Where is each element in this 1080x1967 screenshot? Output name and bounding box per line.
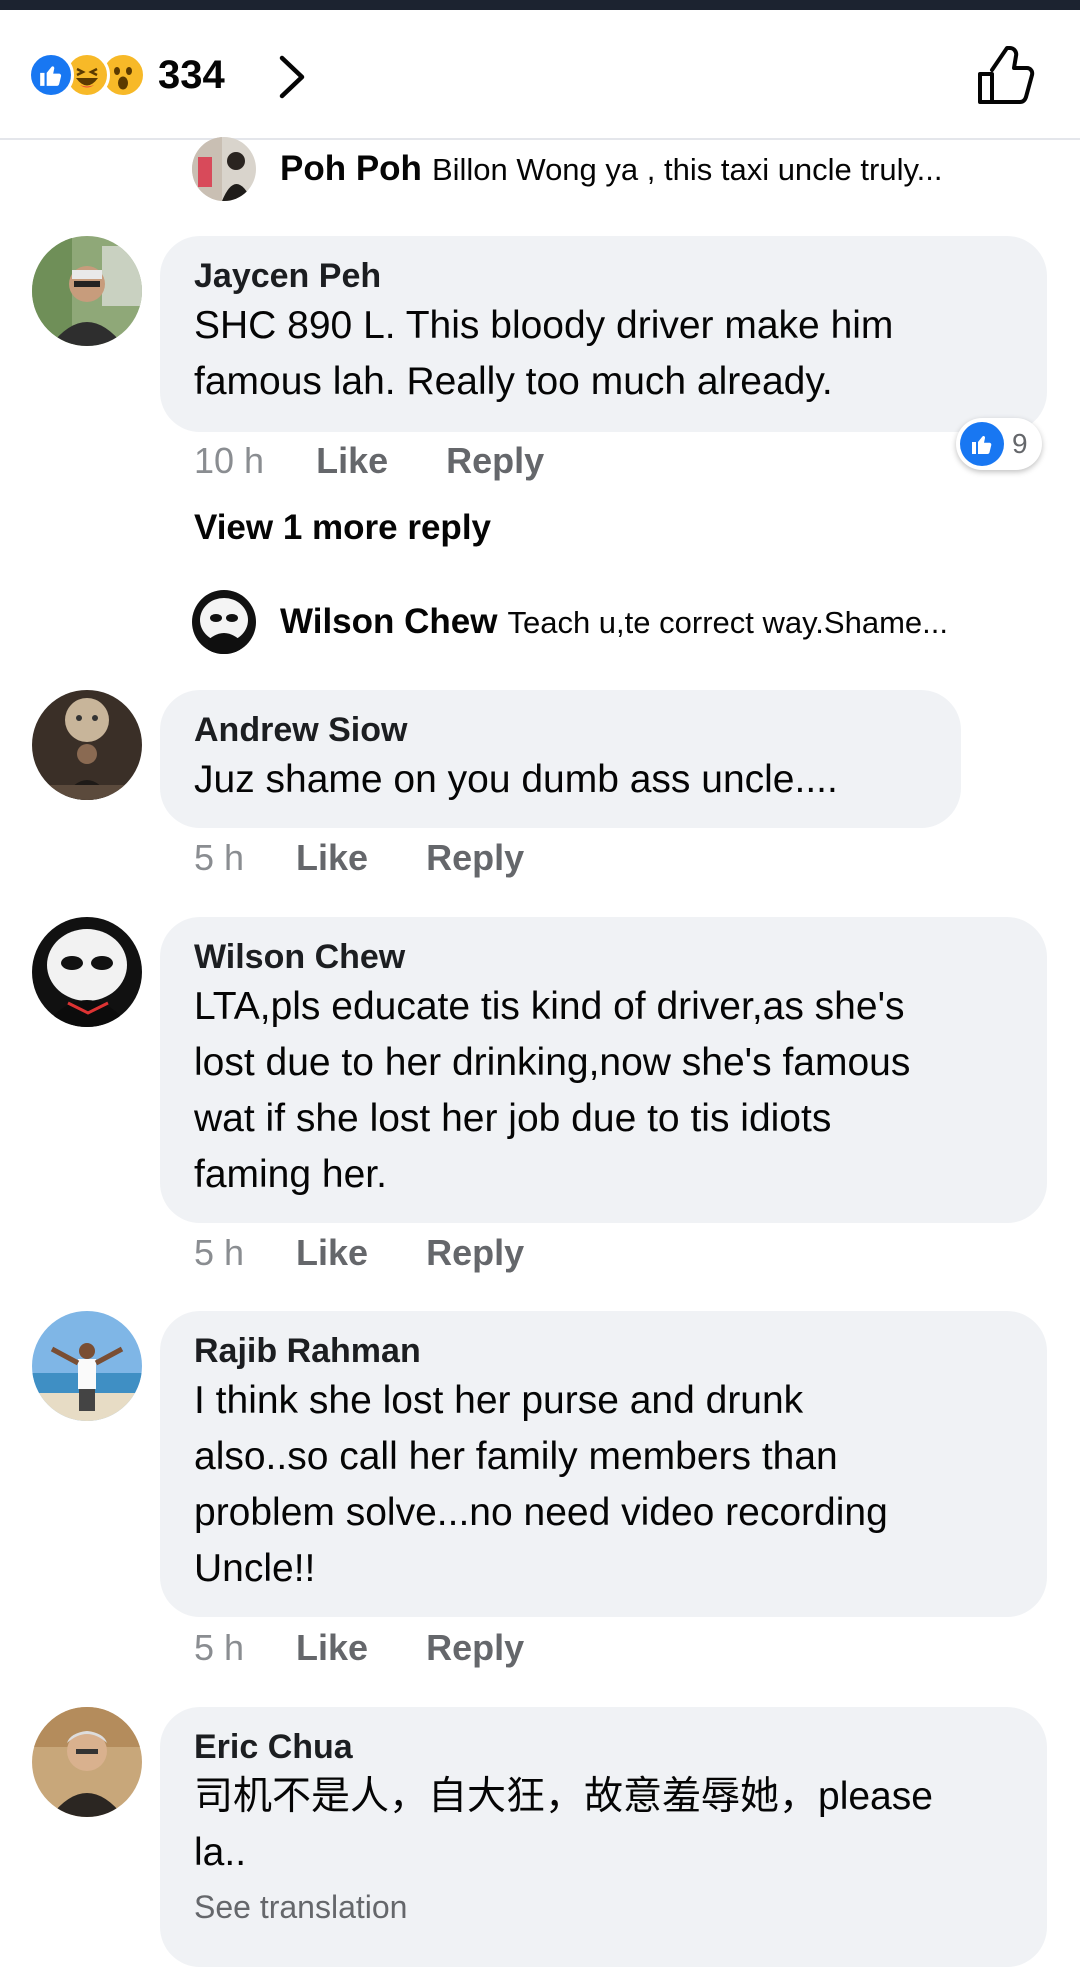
reply-action[interactable]: Reply	[426, 1627, 524, 1669]
like-reaction-icon	[960, 422, 1004, 466]
comment-text: 司机不是人，自大狂，故意羞辱她，please la..	[194, 1775, 933, 1874]
comment-bubble: Jaycen Peh SHC 890 L. This bloody driver…	[160, 236, 1047, 432]
like-action[interactable]: Like	[296, 837, 368, 879]
comment-text: Juz shame on you dumb ass uncle....	[194, 758, 838, 801]
comment-reaction-badge[interactable]: 9	[956, 418, 1042, 470]
reaction-count: 334	[158, 52, 225, 97]
comment-actions: 5 h Like Reply	[194, 833, 582, 883]
comment-author[interactable]: Wilson Chew	[194, 935, 1013, 979]
reply-author[interactable]: Poh Poh	[280, 149, 422, 188]
comment-timestamp[interactable]: 5 h	[194, 1627, 244, 1669]
reply-action[interactable]: Reply	[426, 837, 524, 879]
avatar[interactable]	[32, 236, 142, 346]
comment-bubble: Andrew Siow Juz shame on you dumb ass un…	[160, 690, 961, 828]
view-more-replies[interactable]: View 1 more reply	[194, 508, 491, 548]
avatar[interactable]	[32, 690, 142, 800]
reactions-header: 334	[0, 10, 1080, 140]
comment-text: LTA,pls educate tis kind of driver,as sh…	[194, 985, 911, 1196]
reply-snippet: Teach u,te correct way.Shame...	[507, 605, 948, 640]
reaction-summary[interactable]: 334	[28, 50, 225, 100]
avatar[interactable]	[192, 590, 256, 654]
comment-actions: 10 h Like Reply	[194, 436, 602, 486]
reply-preview[interactable]: Wilson Chew Teach u,te correct way.Shame.…	[192, 589, 1052, 655]
comment-bubble: Eric Chua 司机不是人，自大狂，故意羞辱她，please la.. Se…	[160, 1707, 1047, 1967]
comment-timestamp[interactable]: 5 h	[194, 837, 244, 879]
comment-author[interactable]: Rajib Rahman	[194, 1329, 1013, 1373]
reply-snippet: Billon Wong ya , this taxi uncle truly..…	[431, 152, 943, 187]
avatar[interactable]	[32, 1311, 142, 1421]
comment-author[interactable]: Eric Chua	[194, 1725, 1013, 1769]
like-button-icon[interactable]	[976, 46, 1036, 106]
comment-bubble: Wilson Chew LTA,pls educate tis kind of …	[160, 917, 1047, 1223]
like-action[interactable]: Like	[296, 1627, 368, 1669]
avatar[interactable]	[32, 917, 142, 1027]
reply-author[interactable]: Wilson Chew	[280, 602, 497, 641]
comment-timestamp[interactable]: 5 h	[194, 1232, 244, 1274]
reply-action[interactable]: Reply	[426, 1232, 524, 1274]
comment-actions: 5 h Like Reply	[194, 1623, 582, 1673]
avatar[interactable]	[192, 137, 256, 201]
reply-action[interactable]: Reply	[446, 440, 544, 482]
comment-bubble: Rajib Rahman I think she lost her purse …	[160, 1311, 1047, 1617]
comment-author[interactable]: Jaycen Peh	[194, 254, 1013, 298]
status-bar-edge	[0, 0, 1080, 10]
like-reaction-icon	[28, 52, 74, 98]
reaction-count: 9	[1012, 428, 1028, 459]
like-action[interactable]: Like	[316, 440, 388, 482]
reply-preview[interactable]: Poh Poh Billon Wong ya , this taxi uncle …	[192, 136, 1052, 202]
avatar[interactable]	[32, 1707, 142, 1817]
comment-text: I think she lost her purse and drunk als…	[194, 1379, 888, 1590]
see-translation-link[interactable]: See translation	[194, 1889, 1013, 1926]
comment-text: SHC 890 L. This bloody driver make him f…	[194, 304, 894, 403]
like-action[interactable]: Like	[296, 1232, 368, 1274]
chevron-right-icon[interactable]	[272, 52, 312, 102]
comment-author[interactable]: Andrew Siow	[194, 708, 927, 752]
comment-timestamp[interactable]: 10 h	[194, 440, 264, 482]
comment-actions: 5 h Like Reply	[194, 1228, 582, 1278]
